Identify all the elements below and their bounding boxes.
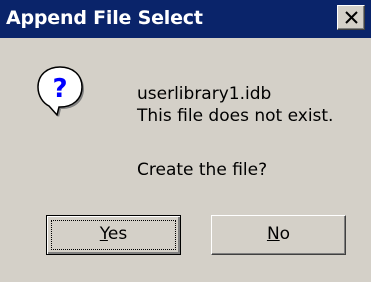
yes-button-label: Yes	[100, 224, 127, 244]
append-file-select-dialog: Append File Select ? userlibrary1.idb Th…	[0, 0, 371, 282]
no-button-label: No	[267, 224, 290, 244]
title-bar[interactable]: Append File Select	[0, 0, 371, 38]
svg-text:?: ?	[52, 74, 67, 104]
yes-button[interactable]: Yes	[46, 215, 181, 255]
dialog-title: Append File Select	[6, 7, 203, 29]
no-mnemonic: N	[266, 224, 280, 244]
no-button[interactable]: No	[211, 215, 346, 255]
no-label-rest: o	[279, 224, 291, 244]
close-icon	[345, 11, 358, 24]
message-text: This file does not exist.	[137, 106, 334, 126]
question-icon: ?	[37, 66, 84, 117]
prompt-text: Create the file?	[137, 160, 268, 180]
filename-text: userlibrary1.idb	[137, 84, 272, 104]
close-button[interactable]	[337, 5, 365, 30]
yes-mnemonic: Y	[99, 224, 108, 244]
yes-label-rest: es	[107, 224, 128, 244]
